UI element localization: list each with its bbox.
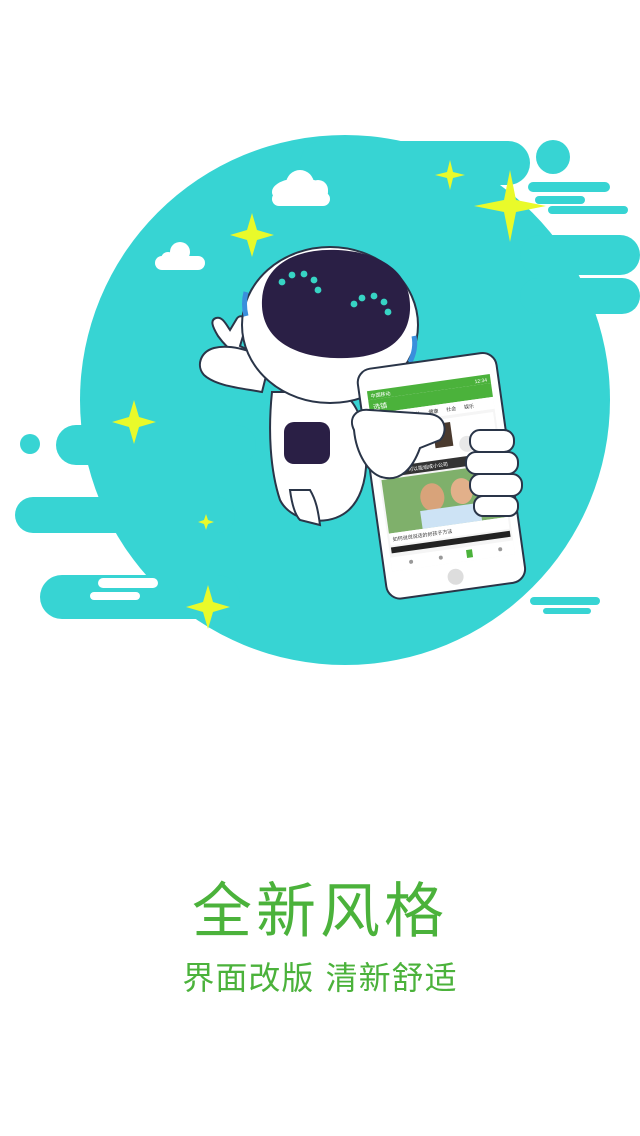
phone-tab-3: 社会 xyxy=(446,405,457,413)
planet-icon xyxy=(528,140,628,214)
splash-illustration: 中国移动 12:34 选镇 推荐 育儿 健康 社会 娱乐 新年礼子，可以能组成小… xyxy=(15,135,640,665)
teal-dot-icon xyxy=(20,434,40,454)
splash-headline: 全新风格 xyxy=(192,877,448,947)
splash-subline: 界面改版 清新舒适 xyxy=(182,959,458,997)
teal-streaks-bottom xyxy=(530,597,600,614)
phone-tab-4: 娱乐 xyxy=(464,403,475,411)
